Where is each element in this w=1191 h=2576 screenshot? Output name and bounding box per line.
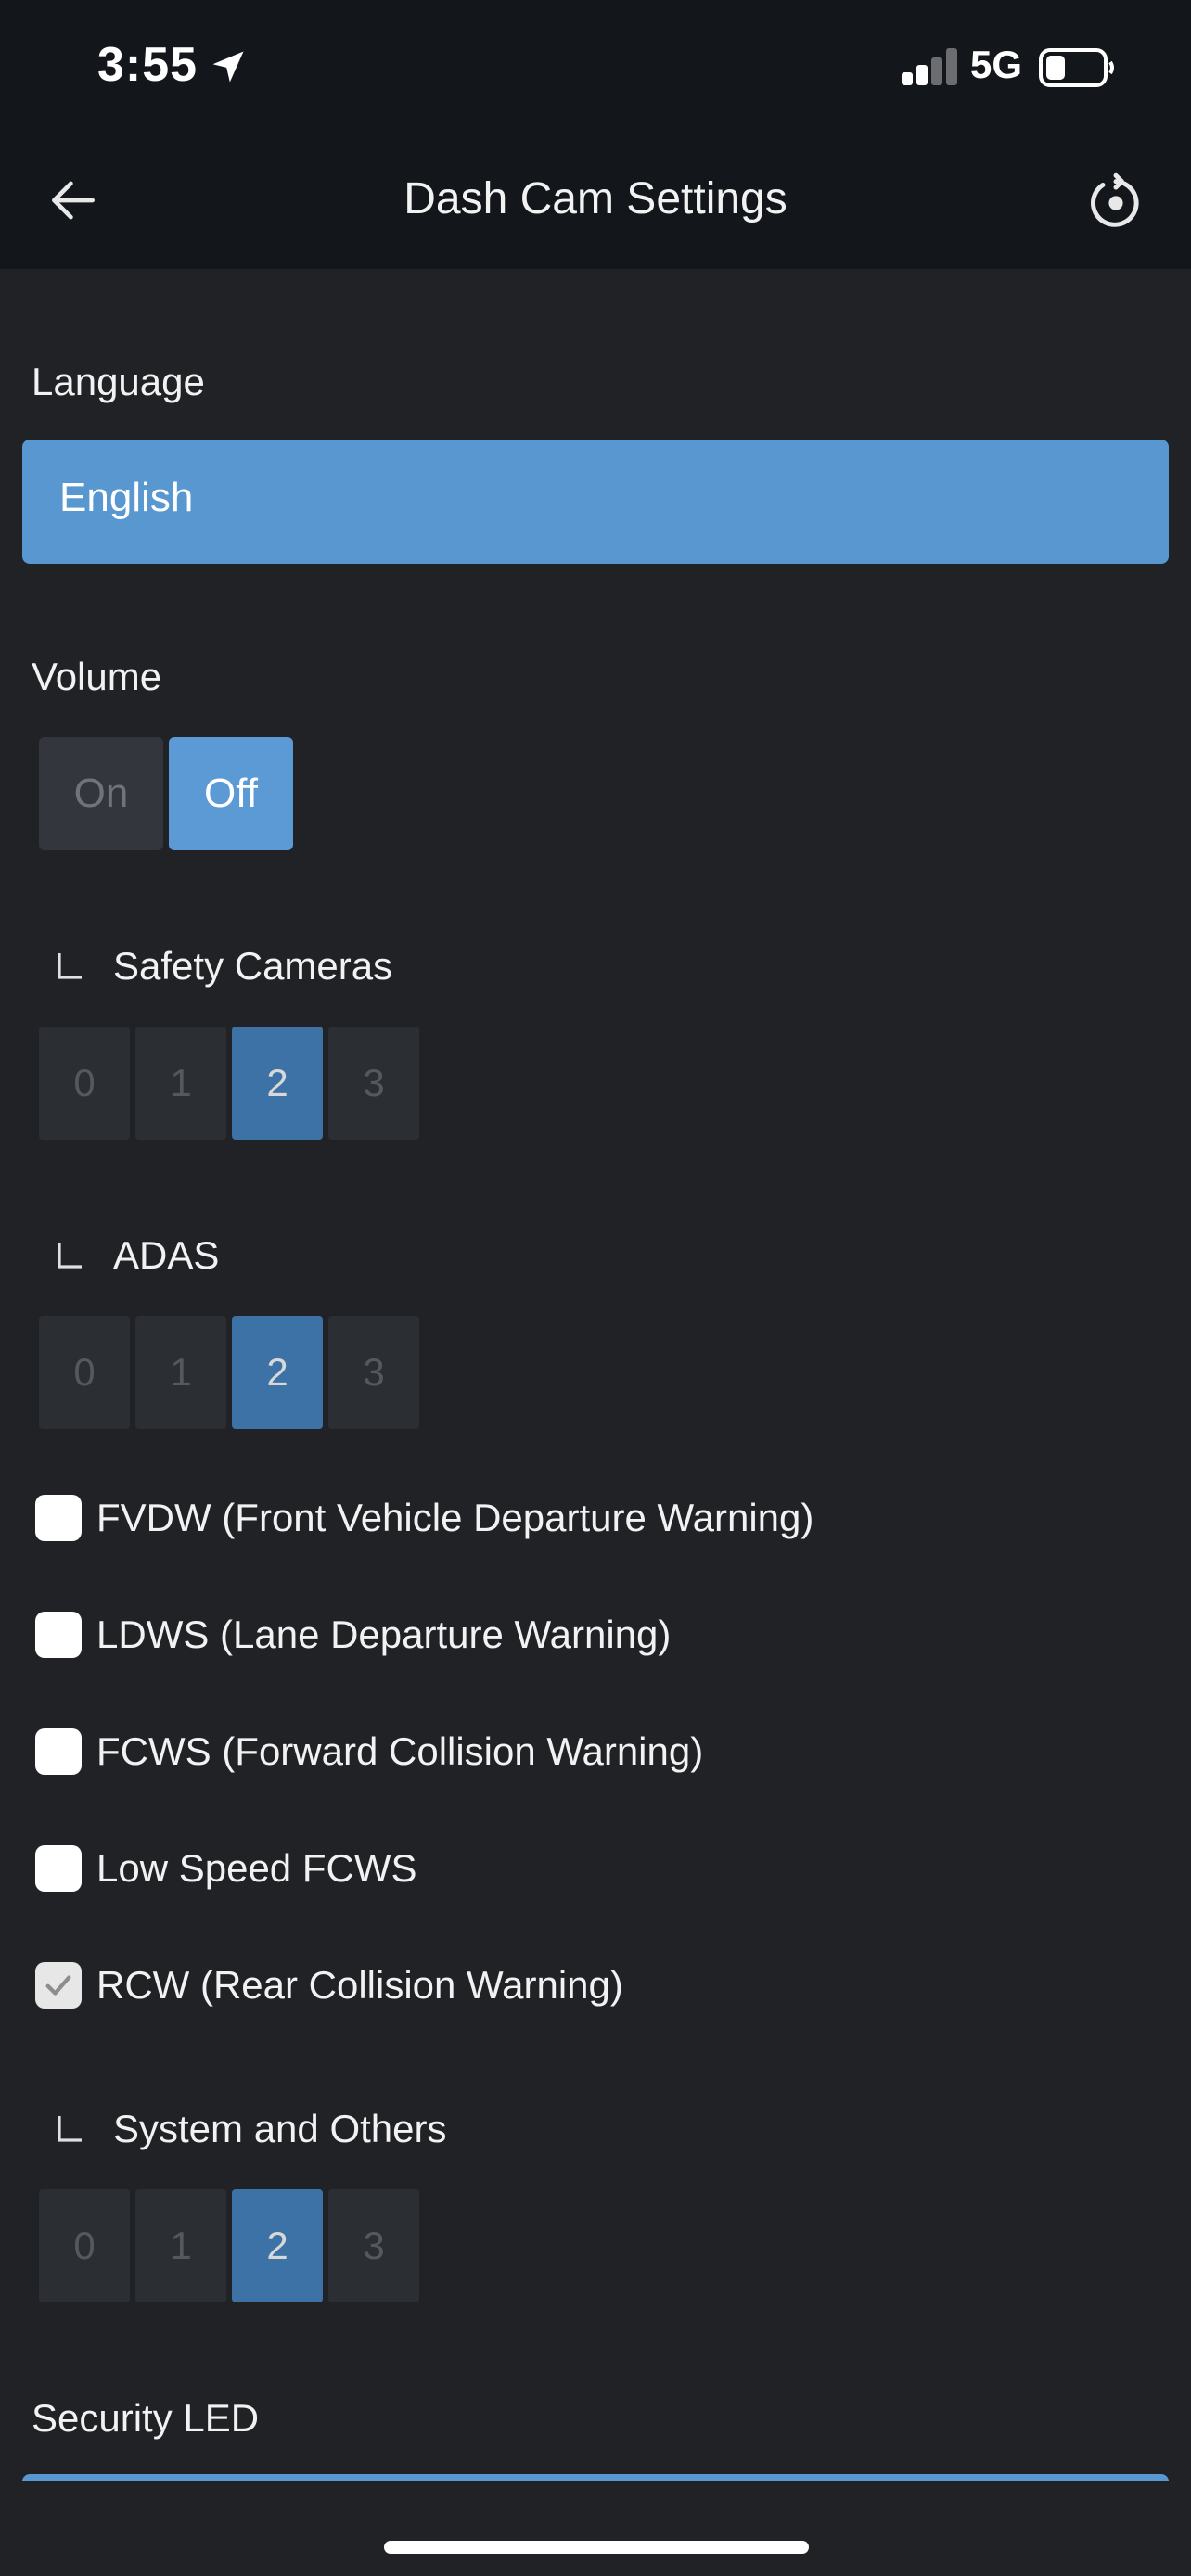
fcws-checkbox[interactable] <box>35 1728 82 1775</box>
safety-cameras-label-text: Safety Cameras <box>113 944 393 988</box>
volume-off-option[interactable]: Off <box>169 737 293 850</box>
adas-option-3[interactable]: 3 <box>328 1316 419 1429</box>
language-select[interactable]: English <box>22 440 1169 564</box>
checkmark-icon <box>45 1975 71 1996</box>
system-and-others-option-3[interactable]: 3 <box>328 2189 419 2302</box>
adas-label: ADAS <box>56 1233 219 1278</box>
fvdw-label: FVDW (Front Vehicle Departure Warning) <box>96 1496 814 1539</box>
fcws-label: FCWS (Forward Collision Warning) <box>96 1729 704 1773</box>
adas-option-2[interactable]: 2 <box>232 1316 323 1429</box>
volume-on-option[interactable]: On <box>39 737 163 850</box>
location-arrow-icon <box>212 51 244 83</box>
safety-cameras-label: Safety Cameras <box>56 944 392 988</box>
battery-icon <box>1039 48 1114 87</box>
safety-cameras-option-0[interactable]: 0 <box>39 1027 130 1140</box>
adas-option-0[interactable]: 0 <box>39 1316 130 1429</box>
volume-label: Volume <box>32 655 162 698</box>
sub-item-corner-icon <box>58 953 82 979</box>
language-value: English <box>59 475 194 520</box>
adas-level: 0 1 2 3 <box>39 1316 419 1429</box>
bottom-area <box>0 2481 1191 2576</box>
rcw-checkbox[interactable] <box>35 1962 82 2009</box>
low-speed-fcws-checkbox-row[interactable]: Low Speed FCWS <box>35 1845 416 1892</box>
system-and-others-option-0[interactable]: 0 <box>39 2189 130 2302</box>
ldws-checkbox-row[interactable]: LDWS (Lane Departure Warning) <box>35 1612 671 1658</box>
signal-icon <box>902 48 957 85</box>
rcw-checkbox-row[interactable]: RCW (Rear Collision Warning) <box>35 1962 623 2009</box>
language-label: Language <box>32 360 205 403</box>
sub-item-corner-icon <box>58 2116 82 2142</box>
adas-label-text: ADAS <box>113 1233 220 1277</box>
safety-cameras-option-3[interactable]: 3 <box>328 1027 419 1140</box>
reset-icon[interactable] <box>1083 171 1148 236</box>
low-speed-fcws-label: Low Speed FCWS <box>96 1846 417 1890</box>
network-type: 5G <box>970 43 1023 86</box>
ldws-checkbox[interactable] <box>35 1612 82 1658</box>
system-and-others-option-2[interactable]: 2 <box>232 2189 323 2302</box>
safety-cameras-option-2[interactable]: 2 <box>232 1027 323 1140</box>
system-and-others-label: System and Others <box>56 2107 446 2151</box>
rcw-label: RCW (Rear Collision Warning) <box>96 1963 623 2007</box>
low-speed-fcws-checkbox[interactable] <box>35 1845 82 1892</box>
status-time: 3:55 <box>97 38 198 92</box>
fvdw-checkbox[interactable] <box>35 1495 82 1541</box>
safety-cameras-level: 0 1 2 3 <box>39 1027 419 1140</box>
adas-option-1[interactable]: 1 <box>135 1316 226 1429</box>
security-led-label: Security LED <box>32 2396 260 2440</box>
screen: 3:55 5G Dash Cam Settings Language Engli… <box>0 0 1191 2576</box>
fcws-checkbox-row[interactable]: FCWS (Forward Collision Warning) <box>35 1728 703 1775</box>
page-title: Dash Cam Settings <box>403 174 788 223</box>
home-indicator[interactable] <box>384 2541 809 2554</box>
system-and-others-level: 0 1 2 3 <box>39 2189 419 2302</box>
ldws-label: LDWS (Lane Departure Warning) <box>96 1613 672 1656</box>
system-and-others-option-1[interactable]: 1 <box>135 2189 226 2302</box>
sub-item-corner-icon <box>58 1243 82 1269</box>
volume-toggle: On Off <box>39 737 293 850</box>
fvdw-checkbox-row[interactable]: FVDW (Front Vehicle Departure Warning) <box>35 1495 813 1541</box>
system-and-others-label-text: System and Others <box>113 2107 447 2150</box>
safety-cameras-option-1[interactable]: 1 <box>135 1027 226 1140</box>
top-bar: 3:55 5G Dash Cam Settings <box>0 0 1191 269</box>
